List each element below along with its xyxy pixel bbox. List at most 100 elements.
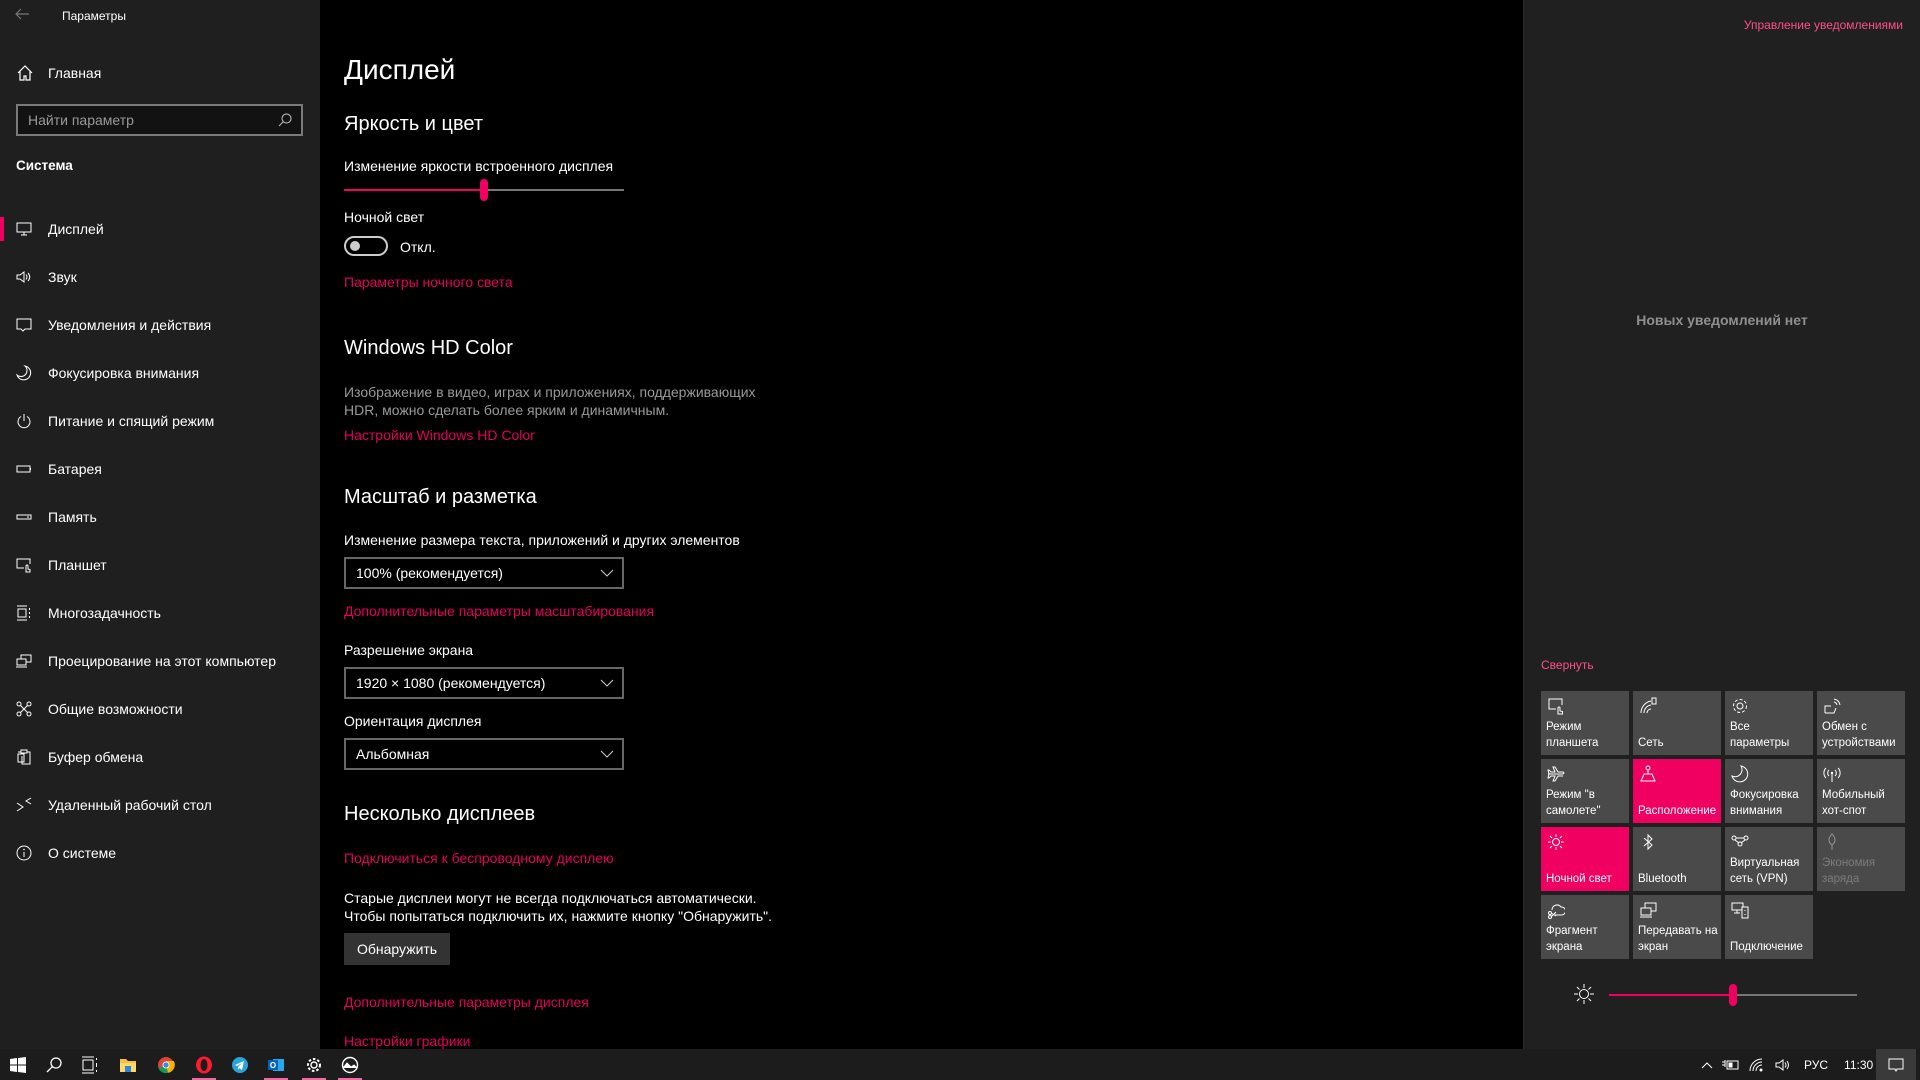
hd-color-description-1: Изображение в видео, играх и приложениях… (344, 384, 756, 400)
language-indicator[interactable]: РУС (1804, 1058, 1828, 1072)
advanced-scaling-link[interactable]: Дополнительные параметры масштабирования (344, 603, 654, 619)
quick-action-nearby-sharing[interactable]: Обмен с устройствами (1817, 691, 1905, 755)
tile-label: Bluetooth (1638, 873, 1687, 885)
task-view-button[interactable] (72, 1049, 108, 1080)
orientation-dropdown[interactable]: Альбомная (344, 738, 624, 770)
volume-tray-button[interactable] (1770, 1058, 1796, 1072)
sidebar-item-projecting[interactable]: Проецирование на этот компьютер (0, 637, 320, 685)
sidebar-home[interactable]: Главная (16, 62, 101, 84)
brightness-slider[interactable] (344, 178, 624, 202)
section-heading-scale: Масштаб и разметка (344, 486, 537, 508)
sidebar-item-focus[interactable]: Фокусировка внимания (0, 349, 320, 397)
tile-label: Передавать на экран (1638, 925, 1718, 953)
night-light-settings-link[interactable]: Параметры ночного света (344, 274, 513, 290)
quick-action-location[interactable]: Расположение (1633, 759, 1721, 823)
night-light-toggle[interactable] (344, 236, 388, 256)
multitasking-icon (16, 605, 32, 621)
battery-icon (16, 461, 32, 477)
settings-gear-icon (1733, 699, 1747, 713)
tablet-mode-icon (1548, 698, 1563, 715)
sidebar-item-battery[interactable]: Батарея (0, 445, 320, 493)
start-button[interactable] (0, 1049, 36, 1080)
sidebar-item-about[interactable]: О системе (0, 829, 320, 877)
manage-notifications-link[interactable]: Управление уведомлениями (1744, 18, 1903, 32)
quick-action-vpn[interactable]: Виртуальная сеть (VPN) (1725, 827, 1813, 891)
quick-action-all-settings[interactable]: Все параметры (1725, 691, 1813, 755)
sidebar-item-label: Дисплей (48, 221, 104, 237)
wireless-display-link[interactable]: Подключиться к беспроводному дисплею (344, 850, 614, 866)
quick-action-tablet-mode[interactable]: Режим планшета (1541, 691, 1629, 755)
tile-label: Фрагмент экрана (1546, 925, 1598, 953)
show-hidden-icons-button[interactable] (1696, 1061, 1718, 1069)
detect-button[interactable]: Обнаружить (344, 933, 451, 965)
quick-action-network[interactable]: Сеть (1633, 691, 1721, 755)
quick-action-connect[interactable]: Подключение (1725, 895, 1813, 959)
taskbar-app-opera[interactable] (186, 1049, 222, 1080)
taskbar-search-button[interactable] (36, 1049, 72, 1080)
sidebar-item-remote-desktop[interactable]: Удаленный рабочий стол (0, 781, 320, 829)
hd-color-settings-link[interactable]: Настройки Windows HD Color (344, 427, 535, 443)
tile-label: Расположение (1638, 805, 1717, 817)
tile-label: Обмен с устройствами (1822, 721, 1896, 749)
network-icon (1640, 697, 1657, 714)
quick-action-project[interactable]: Передавать на экран (1633, 895, 1721, 959)
slider-thumb[interactable] (1729, 984, 1737, 1006)
sidebar-item-multitasking[interactable]: Многозадачность (0, 589, 320, 637)
brightness-label: Изменение яркости встроенного дисплея (344, 158, 614, 174)
tile-label: Экономия заряда (1822, 857, 1876, 885)
sidebar-item-label: Удаленный рабочий стол (48, 797, 212, 813)
resolution-dropdown[interactable]: 1920 × 1080 (рекомендуется) (344, 667, 624, 699)
screen-snip-icon (1548, 904, 1566, 919)
network-tray-button[interactable] (1744, 1058, 1770, 1072)
back-button[interactable] (14, 6, 34, 26)
home-label: Главная (48, 65, 102, 81)
slider-thumb[interactable] (480, 179, 488, 201)
page-title: Дисплей (344, 54, 456, 85)
chrome-icon (158, 1056, 175, 1073)
search-icon[interactable] (277, 112, 293, 128)
sidebar-item-storage[interactable]: Память (0, 493, 320, 541)
sidebar-item-label: Многозадачность (48, 605, 161, 621)
taskbar-app-file-explorer[interactable] (110, 1049, 146, 1080)
sidebar-item-sound[interactable]: Звук (0, 253, 320, 301)
taskbar: O РУС 11:30 (0, 1049, 1920, 1080)
sidebar-item-tablet[interactable]: Планшет (0, 541, 320, 589)
resolution-label: Разрешение экрана (344, 642, 474, 658)
search-input[interactable] (28, 112, 277, 128)
clock[interactable]: 11:30 (1844, 1058, 1873, 1072)
taskbar-app-photos[interactable] (332, 1049, 368, 1080)
search-field[interactable] (16, 104, 303, 136)
wifi-icon (1749, 1058, 1763, 1071)
advanced-display-link[interactable]: Дополнительные параметры дисплея (344, 994, 589, 1010)
action-center-button[interactable] (1876, 1049, 1916, 1080)
sidebar-item-notifications[interactable]: Уведомления и действия (0, 301, 320, 349)
taskbar-app-outlook[interactable]: O (258, 1049, 294, 1080)
quick-action-focus-assist[interactable]: Фокусировка внимания (1725, 759, 1813, 823)
scale-dropdown[interactable]: 100% (рекомендуется) (344, 557, 624, 589)
sidebar-item-clipboard[interactable]: Буфер обмена (0, 733, 320, 781)
power-icon (16, 413, 32, 429)
speaker-icon (16, 269, 32, 285)
photos-icon (341, 1056, 359, 1073)
quick-action-battery-saver[interactable]: Экономия заряда (1817, 827, 1905, 891)
sidebar-item-shared[interactable]: Общие возможности (0, 685, 320, 733)
taskbar-app-settings[interactable] (296, 1049, 332, 1080)
quick-brightness-slider[interactable] (1609, 983, 1857, 1007)
quick-action-mobile-hotspot[interactable]: Мобильный хот-спот (1817, 759, 1905, 823)
taskbar-app-telegram[interactable] (222, 1049, 258, 1080)
section-heading-brightness: Яркость и цвет (344, 113, 484, 135)
tile-label: Виртуальная сеть (VPN) (1730, 857, 1800, 885)
collapse-link[interactable]: Свернуть (1541, 658, 1594, 672)
sidebar-item-label: Питание и спящий режим (48, 413, 215, 429)
chevron-down-icon (592, 669, 622, 697)
quick-action-bluetooth[interactable]: Bluetooth (1633, 827, 1721, 891)
chevron-down-icon (592, 559, 622, 587)
quick-action-airplane-mode[interactable]: Режим "в самолете" (1541, 759, 1629, 823)
sidebar-item-power[interactable]: Питание и спящий режим (0, 397, 320, 445)
sidebar-item-display[interactable]: Дисплей (0, 205, 320, 253)
graphics-settings-link[interactable]: Настройки графики (344, 1033, 471, 1049)
quick-action-night-light[interactable]: Ночной свет (1541, 827, 1629, 891)
taskbar-app-chrome[interactable] (148, 1049, 184, 1080)
quick-action-screen-snip[interactable]: Фрагмент экрана (1541, 895, 1629, 959)
battery-tray-button[interactable] (1718, 1059, 1744, 1071)
